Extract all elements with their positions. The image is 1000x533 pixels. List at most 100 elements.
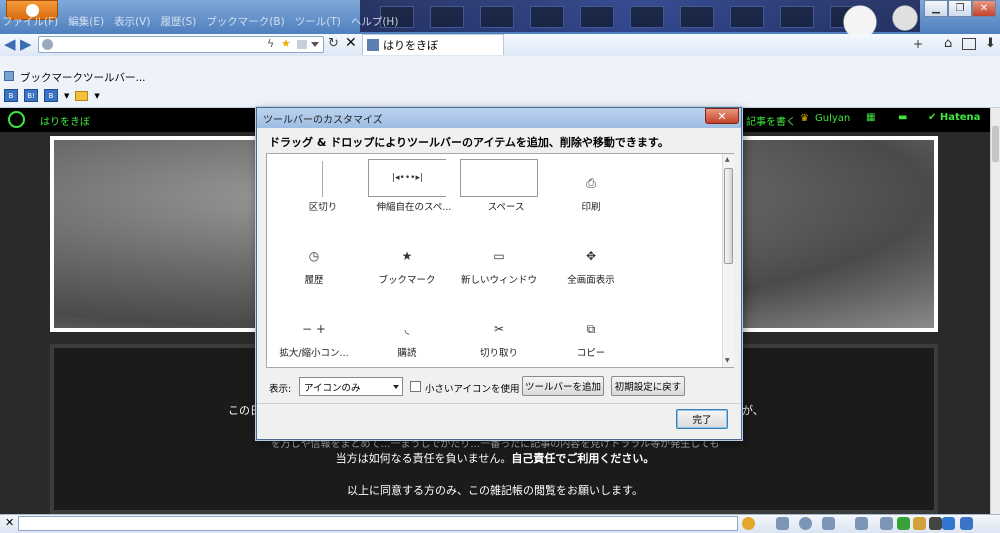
palette-scrollbar[interactable]: ▲ ▼ [722, 154, 734, 367]
show-label: 表示: [269, 384, 292, 395]
page-scroll-thumb[interactable] [992, 126, 999, 162]
copy-icon: ⧉ [586, 321, 596, 336]
flexible-space-icon: |◂•••▸| [368, 159, 446, 197]
dialog-close-button[interactable]: ✕ [705, 108, 739, 124]
add-toolbar-button[interactable]: ツールバーを追加 [522, 376, 604, 396]
sidebar-toggle-icon[interactable] [962, 38, 976, 50]
addon-hatena-bookmark-icon[interactable] [960, 517, 973, 530]
addon-screenshot-icon[interactable] [776, 517, 789, 530]
lightning-icon: ϟ [267, 37, 275, 50]
download-arrow-icon[interactable]: ⬇ [985, 36, 996, 51]
bookmark-icon-2[interactable]: B! [24, 89, 38, 102]
addon-disc-icon[interactable] [799, 517, 812, 530]
forward-arrow-icon[interactable]: ▶ [20, 36, 32, 52]
menu-help[interactable]: ヘルプ(H) [351, 14, 399, 32]
palette-item-subscribe[interactable]: ◟ 購読 [361, 305, 453, 365]
show-mode-select[interactable]: アイコンのみ [299, 377, 403, 396]
palette-item-new-window[interactable]: ▭ 新しいウィンドウ [453, 232, 545, 292]
zoom-minus-plus-icon: − + [302, 322, 326, 336]
menu-tools[interactable]: ツール(T) [295, 14, 341, 32]
menu-view[interactable]: 表示(V) [114, 14, 150, 32]
menu-bookmarks[interactable]: ブックマーク(B) [206, 14, 284, 32]
addon-pen-icon[interactable] [822, 517, 835, 530]
write-entry-link[interactable]: 記事を書く [746, 113, 796, 128]
printer-icon: ⎙ [586, 175, 596, 190]
addon-smiley-icon[interactable] [742, 517, 755, 530]
grid-menu-icon[interactable]: ▦ [866, 112, 875, 123]
customize-toolbar-dialog: ツールバーのカスタマイズ ✕ ドラッグ & ドロップによりツールバーのアイテムを… [256, 107, 742, 440]
palette-item-fullscreen[interactable]: ✥ 全画面表示 [545, 232, 637, 292]
palette-item-space[interactable]: スペース [460, 159, 552, 219]
favicon-icon [367, 39, 379, 51]
dropdown-icon[interactable]: ▼ [94, 92, 99, 100]
addon-green-icon[interactable] [897, 517, 910, 530]
page-scrollbar[interactable] [990, 108, 1000, 514]
separator-icon [322, 161, 323, 197]
home-icon[interactable]: ⌂ [944, 36, 952, 51]
addon-dark-icon[interactable] [929, 517, 942, 530]
hatena-logo-icon[interactable] [8, 111, 25, 128]
tab-active[interactable]: はりをきぼ [362, 34, 504, 55]
menu-file[interactable]: ファイル(F) [2, 14, 58, 32]
dialog-instruction: ドラッグ & ドロップによりツールバーのアイテムを追加、削除や移動できます。 [269, 136, 669, 149]
palette-item-print[interactable]: ⎙ 印刷 [545, 159, 637, 219]
rss-icon[interactable] [297, 40, 307, 49]
toolbar-item-palette: 区切り |◂•••▸| 伸縮自在のスペ... スペース ⎙ 印刷 ◷ 履歴 ★ … [266, 153, 734, 368]
bookmark-buttons: B B! B ▼ ▼ [4, 89, 100, 102]
bookmarks-toolbar-label[interactable]: ブックマークツールバー... [20, 70, 146, 85]
addon-mic-icon[interactable] [880, 517, 893, 530]
maximize-button[interactable]: ❐ [948, 0, 972, 17]
palette-item-cut[interactable]: ✂ 切り取り [453, 305, 545, 365]
rss-feed-icon: ◟ [404, 322, 410, 336]
dialog-title: ツールバーのカスタマイズ [257, 108, 741, 128]
fullscreen-arrows-icon: ✥ [585, 249, 597, 263]
addon-camera-icon[interactable] [855, 517, 868, 530]
bookmark-star-icon: ★ [401, 249, 413, 263]
user-avatar-icon: ♛ [800, 113, 809, 124]
globe-icon [42, 39, 53, 50]
bookmark-star-icon[interactable]: ★ [281, 37, 291, 50]
menu-edit[interactable]: 編集(E) [68, 14, 104, 32]
bookmarks-toolbar [0, 56, 1000, 108]
add-icon[interactable]: + [913, 37, 923, 51]
palette-item-bookmarks[interactable]: ★ ブックマーク [361, 232, 453, 292]
menu-history[interactable]: 履歴(S) [160, 14, 196, 32]
palette-item-copy[interactable]: ⧉ コピー [545, 305, 637, 365]
scissors-icon: ✂ [493, 322, 505, 336]
palette-item-separator[interactable]: 区切り [277, 159, 369, 219]
folder-icon[interactable] [75, 90, 89, 101]
back-arrow-icon[interactable]: ◀ [4, 36, 16, 52]
find-input[interactable] [18, 516, 738, 531]
reset-defaults-button[interactable]: 初期設定に戻す [611, 376, 685, 396]
done-button[interactable]: 完了 [676, 409, 728, 429]
dialog-divider [257, 403, 741, 404]
bookmark-icon-1[interactable]: B [4, 89, 18, 102]
bookmark-icon-3[interactable]: B [44, 89, 58, 102]
scroll-up-icon[interactable]: ▲ [725, 156, 730, 163]
palette-item-history[interactable]: ◷ 履歴 [268, 232, 360, 292]
addon-tools-icon[interactable] [913, 517, 926, 530]
stop-icon[interactable]: ✕ [345, 35, 357, 51]
menu-bar: ファイル(F) 編集(E) 表示(V) 履歴(S) ブックマーク(B) ツール(… [0, 14, 398, 32]
small-icons-checkbox[interactable] [410, 381, 421, 392]
show-mode-value: アイコンのみ [304, 382, 361, 394]
dropdown-icon[interactable]: ▼ [64, 92, 69, 100]
close-window-button[interactable]: ✕ [972, 0, 996, 17]
hatena-brand-link[interactable]: ✔ Hatena [928, 112, 980, 123]
hatena-user-link[interactable]: はりをきぼ [40, 113, 90, 128]
url-dropdown-icon[interactable] [311, 42, 319, 47]
close-findbar-icon[interactable]: ✕ [5, 516, 14, 529]
comment-icon[interactable]: ▬ [898, 112, 907, 123]
minimize-button[interactable]: ▁ [924, 0, 948, 17]
small-icons-label: 小さいアイコンを使用 [425, 384, 520, 395]
addon-blue-icon[interactable] [942, 517, 955, 530]
url-input[interactable]: ϟ ★ [38, 36, 324, 53]
palette-item-zoom-controls[interactable]: − + 拡大/縮小コン... [268, 305, 360, 365]
space-icon [460, 159, 538, 197]
hatena-user2-link[interactable]: Gulyan [815, 113, 850, 124]
scroll-down-icon[interactable]: ▼ [725, 357, 730, 364]
palette-scroll-thumb[interactable] [724, 168, 733, 264]
reload-icon[interactable]: ↻ [328, 36, 339, 51]
disclaimer-line-3: 当方は如何なる責任を負いません。自己責任でご利用ください。 [335, 452, 655, 465]
palette-item-flexible-space[interactable]: |◂•••▸| 伸縮自在のスペ... [368, 159, 460, 219]
